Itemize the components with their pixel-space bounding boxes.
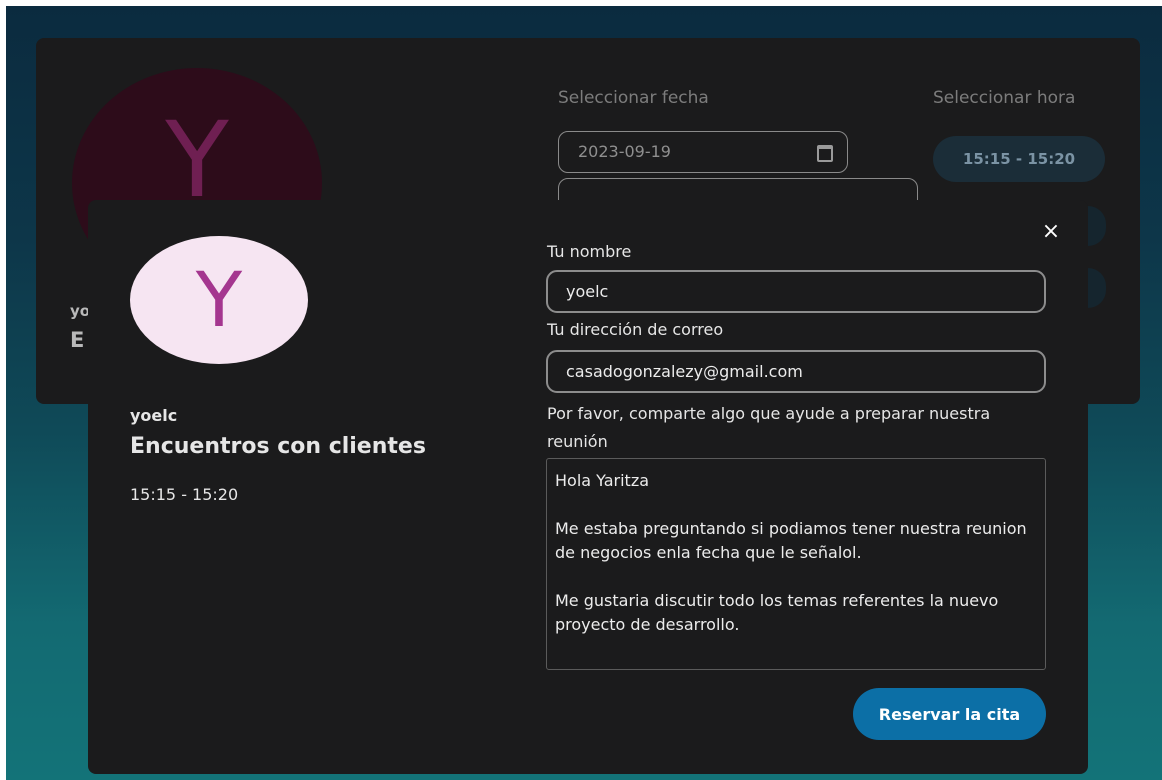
time-slot-button[interactable]: 15:15 - 15:20 (933, 136, 1105, 182)
date-value: 2023-09-19 (578, 142, 671, 161)
date-picker-label: Seleccionar fecha (558, 88, 709, 108)
host-name: yoelc (130, 406, 178, 425)
name-input[interactable] (546, 270, 1046, 313)
book-appointment-button[interactable]: Reservar la cita (853, 688, 1046, 740)
email-label: Tu dirección de correo (547, 320, 724, 339)
background-avatar-letter: Y (165, 99, 229, 221)
email-input[interactable] (546, 350, 1046, 393)
avatar-letter: Y (195, 255, 243, 344)
close-icon[interactable]: × (1038, 219, 1064, 245)
time-picker-label: Seleccionar hora (933, 88, 1076, 108)
event-time: 15:15 - 15:20 (130, 485, 239, 504)
notes-label: Por favor, comparte algo que ayude a pre… (547, 404, 991, 451)
notes-textarea[interactable]: Hola Yaritza Me estaba preguntando si po… (546, 458, 1046, 670)
date-input[interactable]: 2023-09-19 (558, 131, 848, 173)
event-title: Encuentros con clientes (130, 434, 426, 459)
avatar: Y (130, 236, 308, 364)
calendar-icon[interactable] (817, 145, 833, 162)
background-event-title: E (70, 328, 85, 352)
name-label: Tu nombre (547, 242, 632, 261)
